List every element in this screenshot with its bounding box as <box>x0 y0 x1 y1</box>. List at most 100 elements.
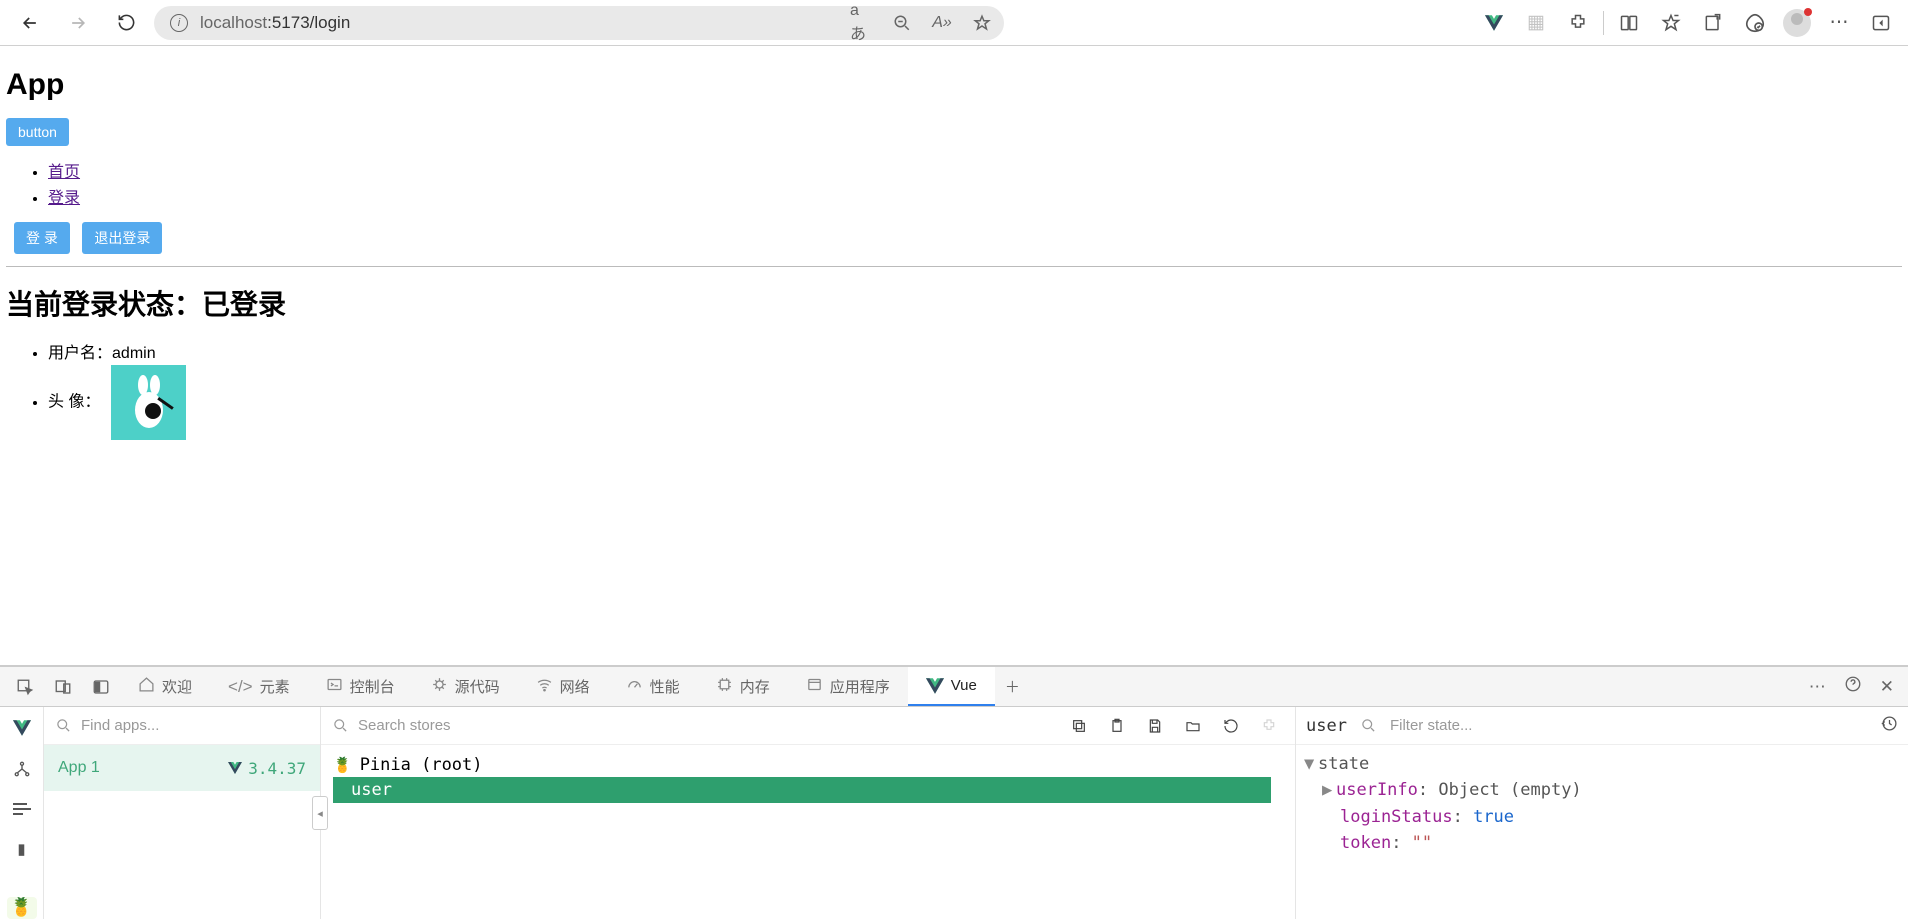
extension-icon[interactable]: ▦ <box>1519 6 1553 40</box>
state-store-name: user <box>1306 716 1347 736</box>
user-info-list: 用户名：admin 头 像： <box>6 339 1902 440</box>
rail-routes-icon[interactable]: ▮ <box>7 838 37 860</box>
logout-button[interactable]: 退出登录 <box>82 222 162 254</box>
state-column: user Filter state... ▼state ▶userInfo: O… <box>1296 707 1908 919</box>
nav-link-login[interactable]: 登录 <box>48 190 80 207</box>
generic-button[interactable]: button <box>6 118 69 146</box>
state-filter[interactable]: Filter state... <box>1390 717 1867 734</box>
vue-icon <box>228 762 242 774</box>
devtools-tabbar: 欢迎 </> 元素 控制台 源代码 网络 性 <box>0 667 1908 707</box>
username-row: 用户名：admin <box>48 339 1902 363</box>
search-icon <box>56 718 71 733</box>
state-tree: ▼state ▶userInfo: Object (empty) loginSt… <box>1296 745 1908 862</box>
new-tab-button[interactable]: ＋ <box>995 667 1030 706</box>
favorite-icon[interactable] <box>970 11 994 35</box>
rail-timeline-icon[interactable] <box>7 798 37 820</box>
console-icon <box>326 676 343 698</box>
device-toolbar-icon[interactable] <box>44 667 82 706</box>
reset-icon[interactable] <box>1217 712 1245 740</box>
profile-avatar[interactable] <box>1780 6 1814 40</box>
reload-button[interactable] <box>106 3 146 43</box>
app-version: 3.4.37 <box>228 759 306 778</box>
forward-button[interactable] <box>58 3 98 43</box>
inspect-element-icon[interactable] <box>6 667 44 706</box>
tab-network[interactable]: 网络 <box>518 667 608 706</box>
open-icon[interactable] <box>1179 712 1207 740</box>
tab-memory[interactable]: 内存 <box>698 667 788 706</box>
stores-tree: 🍍 Pinia (root) user <box>321 745 1295 811</box>
translate-icon[interactable]: aあ <box>850 11 874 35</box>
rail-components-icon[interactable] <box>7 757 37 779</box>
tab-application[interactable]: 应用程序 <box>788 667 908 706</box>
tab-sources[interactable]: 源代码 <box>413 667 518 706</box>
tab-welcome[interactable]: 欢迎 <box>120 667 210 706</box>
stores-header: Search stores <box>321 707 1295 745</box>
sidebar-toggle-icon[interactable] <box>1864 6 1898 40</box>
tab-console[interactable]: 控制台 <box>308 667 413 706</box>
app-name: App 1 <box>58 759 100 777</box>
devtools-panel: 欢迎 </> 元素 控制台 源代码 网络 性 <box>0 665 1908 919</box>
state-row[interactable]: loginStatus: true <box>1304 804 1900 830</box>
browser-toolbar: i localhost:5173/login aあ A» ▦ ⋯ <box>0 0 1908 46</box>
apps-search[interactable]: Find apps... <box>44 707 320 745</box>
paste-icon[interactable] <box>1103 712 1131 740</box>
extensions-menu-icon[interactable] <box>1561 6 1595 40</box>
nav-link-home[interactable]: 首页 <box>48 164 80 181</box>
tab-vue[interactable]: Vue <box>908 667 995 706</box>
state-row[interactable]: ▼state <box>1304 751 1900 777</box>
rail-pinia-icon[interactable]: 🍍 <box>7 897 37 919</box>
devtools-help-icon[interactable] <box>1844 675 1862 698</box>
app-icon <box>806 676 823 698</box>
stores-column: Search stores 🍍 Pinia (root) user <box>321 707 1296 919</box>
performance-icon[interactable] <box>1738 6 1772 40</box>
address-bar[interactable]: i localhost:5173/login aあ A» <box>154 6 1004 40</box>
collections-icon[interactable] <box>1696 6 1730 40</box>
stores-search-placeholder: Search stores <box>358 717 451 734</box>
tab-elements[interactable]: </> 元素 <box>210 667 308 706</box>
username-label: 用户名： <box>48 345 112 362</box>
devtools-close-icon[interactable]: ✕ <box>1880 677 1894 697</box>
apps-search-placeholder: Find apps... <box>81 717 159 734</box>
rail-apps-icon[interactable] <box>7 717 37 739</box>
tab-performance[interactable]: 性能 <box>608 667 698 706</box>
url-text: localhost:5173/login <box>200 13 350 33</box>
state-header: user Filter state... <box>1296 707 1908 745</box>
split-screen-icon[interactable] <box>1612 6 1646 40</box>
read-aloud-icon[interactable]: A» <box>930 11 954 35</box>
state-row[interactable]: token: "" <box>1304 830 1900 856</box>
save-icon[interactable] <box>1141 712 1169 740</box>
nav-list: 首页 登录 <box>6 158 1902 208</box>
plugin-icon[interactable] <box>1255 712 1283 740</box>
code-icon: </> <box>228 677 253 697</box>
stores-search[interactable]: Search stores <box>333 717 1055 734</box>
avatar-row: 头 像： <box>48 365 1902 440</box>
more-menu-icon[interactable]: ⋯ <box>1822 6 1856 40</box>
nav-item-home: 首页 <box>48 158 1902 182</box>
toolbar-divider <box>1603 11 1604 35</box>
favorites-icon[interactable] <box>1654 6 1688 40</box>
tree-row-root[interactable]: 🍍 Pinia (root) <box>333 753 1283 777</box>
devtools-more-icon[interactable]: ⋯ <box>1809 677 1826 697</box>
site-info-icon[interactable]: i <box>170 14 188 32</box>
state-row[interactable]: ▶userInfo: Object (empty) <box>1304 777 1900 803</box>
column-resize-handle[interactable]: ◂ <box>312 796 328 830</box>
search-icon <box>1361 718 1376 733</box>
pinia-icon: 🍍 <box>333 756 352 774</box>
home-icon <box>138 676 155 698</box>
gauge-icon <box>626 676 643 698</box>
dock-side-icon[interactable] <box>82 667 120 706</box>
tree-row-user[interactable]: user <box>333 777 1271 803</box>
copy-icon[interactable] <box>1065 712 1093 740</box>
app-row[interactable]: App 1 3.4.37 <box>44 745 320 791</box>
page-title: App <box>6 68 1902 102</box>
login-button[interactable]: 登 录 <box>14 222 70 254</box>
page-content: App button 首页 登录 登 录 退出登录 当前登录状态：已登录 用户名… <box>0 46 1908 665</box>
zoom-out-icon[interactable] <box>890 11 914 35</box>
divider <box>6 266 1902 267</box>
chip-icon <box>716 676 733 698</box>
vue-devtools-icon[interactable] <box>1477 6 1511 40</box>
back-button[interactable] <box>10 3 50 43</box>
wifi-icon <box>536 676 553 698</box>
avatar-label: 头 像： <box>48 394 100 411</box>
history-icon[interactable] <box>1881 715 1898 737</box>
